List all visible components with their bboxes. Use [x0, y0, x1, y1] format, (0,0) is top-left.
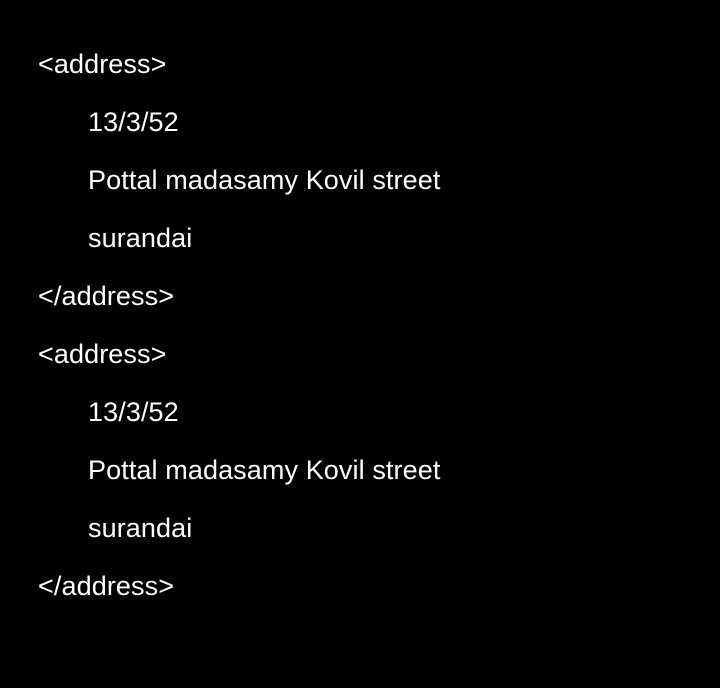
- address-open-tag: <address>: [38, 339, 167, 369]
- address-line-town: surandai: [88, 223, 193, 253]
- address-close-tag: </address>: [38, 281, 175, 311]
- address-close-tag: </address>: [38, 571, 175, 601]
- address-line-street: Pottal madasamy Kovil street: [88, 455, 441, 485]
- address-open-tag: <address>: [38, 49, 167, 79]
- code-text-view: <address> 13/3/52 Pottal madasamy Kovil …: [0, 0, 720, 688]
- address-line-town: surandai: [88, 513, 193, 543]
- address-line-number: 13/3/52: [88, 397, 179, 427]
- address-line-number: 13/3/52: [88, 107, 179, 137]
- address-line-street: Pottal madasamy Kovil street: [88, 165, 441, 195]
